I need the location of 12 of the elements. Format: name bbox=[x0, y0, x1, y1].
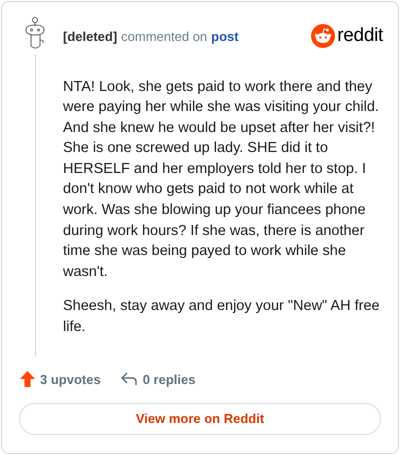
author-name: [deleted] bbox=[63, 28, 118, 46]
comment-paragraph: Sheesh, stay away and enjoy your "New" AH free life. bbox=[63, 297, 381, 338]
reply-count: 0 replies bbox=[142, 370, 196, 389]
action-text: commented on bbox=[121, 28, 208, 46]
reddit-logo-icon bbox=[311, 24, 336, 48]
logo-text: reddit bbox=[337, 24, 383, 48]
comment-paragraph: NTA! Look, she gets paid to work there and they were paying her while she was visiting your child. And she knew he would be upset after her visit?! She is one screwed up lady. SHE did it to HERSELF and her employers told her to stop. I don't know who gets paid to not work while at work. Was she blowing up your fiancees phone during work hours? If she was, there is another time she was being payed to work while she wasn't. bbox=[63, 78, 380, 282]
reply-arrow-icon bbox=[120, 372, 137, 386]
upvote-count: 3 upvotes bbox=[40, 370, 101, 389]
post-link[interactable]: post bbox=[211, 26, 239, 46]
upvote-arrow-icon bbox=[20, 371, 35, 388]
view-more-button[interactable]: View more on Reddit bbox=[19, 403, 381, 435]
